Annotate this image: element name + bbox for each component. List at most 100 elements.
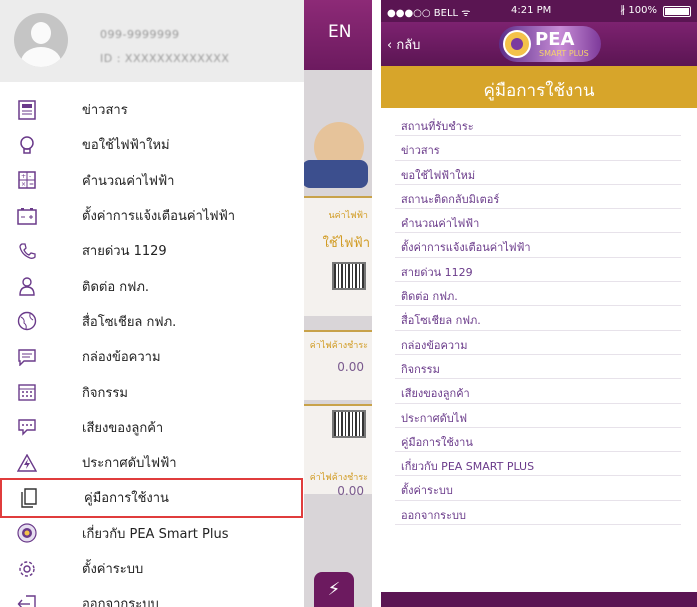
clock-label: 4:21 PM bbox=[511, 5, 552, 16]
page-title-bar: คู่มือการใช้งาน bbox=[381, 66, 697, 108]
gear-icon bbox=[16, 558, 38, 580]
menu-item-social[interactable]: สื่อโซเชียล กฟภ. bbox=[0, 304, 304, 339]
logo-word: PEA bbox=[535, 29, 575, 50]
nav-bar: ‹ กลับ PEA SMART PLUS bbox=[381, 22, 697, 66]
menu-item-contact[interactable]: ติดต่อ กฟภ. bbox=[0, 268, 304, 303]
profile-phone: 099-9999999 bbox=[100, 28, 180, 41]
menu-item-label: เกี่ยวกับ PEA Smart Plus bbox=[82, 526, 229, 542]
menu-item-label: สายด่วน 1129 bbox=[82, 244, 167, 260]
list-item[interactable]: สื่อโซเชียล กฟภ. bbox=[395, 306, 681, 331]
side-drawer-screen: EN นค่าไฟฟ้า ใช้ไฟฟ้า ค่าไฟค้างชำระ 0.00… bbox=[0, 0, 372, 607]
list-item[interactable]: ตั้งค่าระบบ bbox=[395, 476, 681, 501]
list-item[interactable]: ข่าวสาร bbox=[395, 136, 681, 161]
list-item[interactable]: สถานที่รับชำระ bbox=[395, 112, 681, 137]
language-button[interactable]: EN bbox=[328, 22, 351, 42]
manual-topic-list: สถานที่รับชำระ ข่าวสาร ขอใช้ไฟฟ้าใหม่ สถ… bbox=[381, 112, 697, 526]
menu-item-label: กล่องข้อความ bbox=[82, 350, 161, 366]
list-item-label: ตั้งค่าระบบ bbox=[401, 484, 453, 498]
list-item-label: ติดต่อ กฟภ. bbox=[401, 290, 458, 304]
list-item-label: กิจกรรม bbox=[401, 362, 440, 376]
battery-label: ∦ 100% bbox=[620, 5, 657, 16]
list-item-label: กล่องข้อความ bbox=[401, 338, 468, 352]
list-item-label: คำนวณค่าไฟฟ้า bbox=[401, 217, 480, 231]
list-item-label: สื่อโซเชียล กฟภ. bbox=[401, 314, 481, 328]
menu-item-label: สื่อโซเชียล กฟภ. bbox=[82, 314, 177, 330]
list-item-label: คู่มือการใช้งาน bbox=[401, 435, 473, 449]
menu-item-hotline[interactable]: สายด่วน 1129 bbox=[0, 233, 304, 268]
list-item[interactable]: ตั้งค่าการแจ้งเตือนค่าไฟฟ้า bbox=[395, 233, 681, 258]
background-app-view: EN นค่าไฟฟ้า ใช้ไฟฟ้า ค่าไฟค้างชำระ 0.00… bbox=[300, 0, 372, 607]
menu-item-label: คู่มือการใช้งาน bbox=[84, 491, 169, 507]
logout-icon bbox=[16, 593, 38, 607]
menu-item-label: เสียงของลูกค้า bbox=[82, 420, 164, 436]
list-item-label: สายด่วน 1129 bbox=[401, 265, 473, 279]
barcode-icon bbox=[332, 262, 366, 290]
list-item-label: เกี่ยวกับ PEA SMART PLUS bbox=[401, 460, 535, 474]
menu-item-label: ประกาศดับไฟฟ้า bbox=[82, 456, 177, 472]
menu-item-activities[interactable]: กิจกรรม bbox=[0, 374, 304, 409]
phone-icon bbox=[16, 240, 38, 262]
menu-item-label: ติดต่อ กฟภ. bbox=[82, 279, 150, 295]
list-item-label: ขอใช้ไฟฟ้าใหม่ bbox=[401, 168, 476, 182]
list-item-label: ประกาศดับไฟ bbox=[401, 411, 468, 425]
list-item-label: ข่าวสาร bbox=[401, 144, 440, 158]
list-item[interactable]: กล่องข้อความ bbox=[395, 331, 681, 355]
background-card-value: 0.00 bbox=[337, 360, 364, 374]
menu-item-user-manual[interactable]: คู่มือการใช้งาน bbox=[0, 478, 303, 518]
list-item-label: ตั้งค่าการแจ้งเตือนค่าไฟฟ้า bbox=[401, 241, 531, 255]
battery-alert-icon bbox=[16, 205, 38, 227]
page-title: คู่มือการใช้งาน bbox=[483, 81, 595, 101]
list-item[interactable]: กิจกรรม bbox=[395, 355, 681, 380]
pea-seal-icon bbox=[503, 30, 531, 58]
bottom-bar bbox=[381, 592, 697, 607]
list-item-label: ออกจากระบบ bbox=[401, 508, 466, 522]
list-item[interactable]: เสียงของลูกค้า bbox=[395, 379, 681, 404]
menu-item-label: ออกจากระบบ bbox=[82, 597, 159, 607]
list-item[interactable]: ออกจากระบบ bbox=[395, 501, 681, 526]
svg-text:=: = bbox=[29, 181, 34, 188]
list-item[interactable]: สายด่วน 1129 bbox=[395, 258, 681, 283]
list-item[interactable]: สถานะติดกลับมิเตอร์ bbox=[395, 185, 681, 210]
menu-item-inbox[interactable]: กล่องข้อความ bbox=[0, 339, 304, 374]
avatar[interactable] bbox=[14, 13, 68, 67]
background-card-caption: ค่าไฟค้างชำระ bbox=[309, 473, 368, 483]
back-button[interactable]: ‹ กลับ bbox=[387, 34, 420, 55]
list-item[interactable]: คำนวณค่าไฟฟ้า bbox=[395, 209, 681, 234]
list-item[interactable]: ติดต่อ กฟภ. bbox=[395, 282, 681, 307]
list-item-label: สถานะติดกลับมิเตอร์ bbox=[401, 192, 500, 206]
background-card-caption: นค่าไฟฟ้า bbox=[328, 211, 368, 221]
background-card-caption: ค่าไฟค้างชำระ bbox=[309, 341, 368, 351]
menu-item-logout[interactable]: ออกจากระบบ bbox=[0, 586, 304, 607]
car-image bbox=[302, 160, 368, 188]
globe-icon bbox=[16, 310, 38, 332]
menu-item-new-electricity[interactable]: ขอใช้ไฟฟ้าใหม่ bbox=[0, 127, 304, 162]
menu-item-about[interactable]: เกี่ยวกับ PEA Smart Plus bbox=[0, 516, 304, 551]
list-item[interactable]: ขอใช้ไฟฟ้าใหม่ bbox=[395, 161, 681, 185]
menu-item-customer-voice[interactable]: เสียงของลูกค้า bbox=[0, 410, 304, 445]
menu-item-calculate[interactable]: + - × = คำนวณค่าไฟฟ้า bbox=[0, 163, 304, 198]
menu-item-label: ข่าวสาร bbox=[82, 103, 128, 119]
news-icon bbox=[16, 99, 38, 121]
menu-item-alert-settings[interactable]: ตั้งค่าการแจ้งเตือนค่าไฟฟ้า bbox=[0, 198, 304, 233]
list-item[interactable]: เกี่ยวกับ PEA SMART PLUS bbox=[395, 452, 681, 477]
svg-text:-: - bbox=[29, 173, 31, 180]
list-item[interactable]: ประกาศดับไฟ bbox=[395, 404, 681, 428]
message-box-icon bbox=[16, 346, 38, 368]
menu-item-label: ตั้งค่าการแจ้งเตือนค่าไฟฟ้า bbox=[82, 209, 236, 225]
menu-item-label: ตั้งค่าระบบ bbox=[82, 562, 144, 577]
menu-item-label: กิจกรรม bbox=[82, 385, 128, 401]
menu-item-outage[interactable]: ประกาศดับไฟฟ้า bbox=[0, 445, 304, 480]
logo-subtitle: SMART PLUS bbox=[539, 49, 589, 58]
bottom-action-button[interactable]: ⚡ bbox=[314, 572, 354, 607]
user-manual-screen: ●●●○○ BELL ᯤ 4:21 PM ∦ 100% ‹ กลับ PEA S… bbox=[381, 0, 697, 607]
profile-id: ID : XXXXXXXXXXXXX bbox=[100, 52, 230, 65]
background-card-value: 0.00 bbox=[337, 484, 364, 498]
barcode-icon bbox=[332, 410, 366, 438]
profile-header[interactable]: 099-9999999 ID : XXXXXXXXXXXXX bbox=[0, 0, 304, 82]
menu-item-settings[interactable]: ตั้งค่าระบบ bbox=[0, 551, 304, 586]
menu-item-news[interactable]: ข่าวสาร bbox=[0, 92, 304, 127]
drawer-menu: ข่าวสาร ขอใช้ไฟฟ้าใหม่ + - × = คำนวณค่าไฟฟ้… bbox=[0, 92, 304, 607]
list-item[interactable]: คู่มือการใช้งาน bbox=[395, 428, 681, 453]
chat-icon bbox=[16, 416, 38, 438]
background-card-title: ใช้ไฟฟ้า bbox=[322, 236, 370, 251]
